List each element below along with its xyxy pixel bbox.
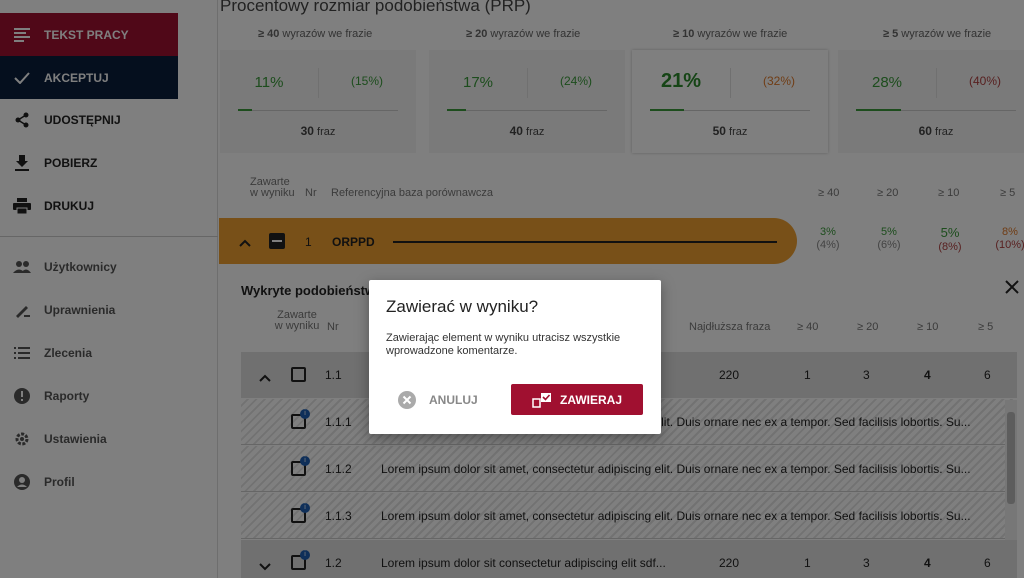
cancel-button[interactable]: ANULUJ — [398, 384, 478, 416]
confirm-label: ZAWIERAJ — [559, 392, 622, 407]
confirm-button[interactable]: ZAWIERAJ — [511, 384, 643, 415]
confirm-dialog: Zawierać w wyniku? Zawierając element w … — [369, 280, 661, 434]
cancel-circle-icon — [398, 391, 416, 409]
dialog-message: Zawierając element w wyniku utracisz wsz… — [386, 332, 621, 357]
include-icon — [532, 392, 552, 408]
dialog-title: Zawierać w wyniku? — [386, 297, 539, 316]
app-root: TEKST PRACY AKCEPTUJ UDOSTĘPNIJ POBIERZ … — [0, 0, 1024, 578]
cancel-label: ANULUJ — [429, 393, 478, 407]
